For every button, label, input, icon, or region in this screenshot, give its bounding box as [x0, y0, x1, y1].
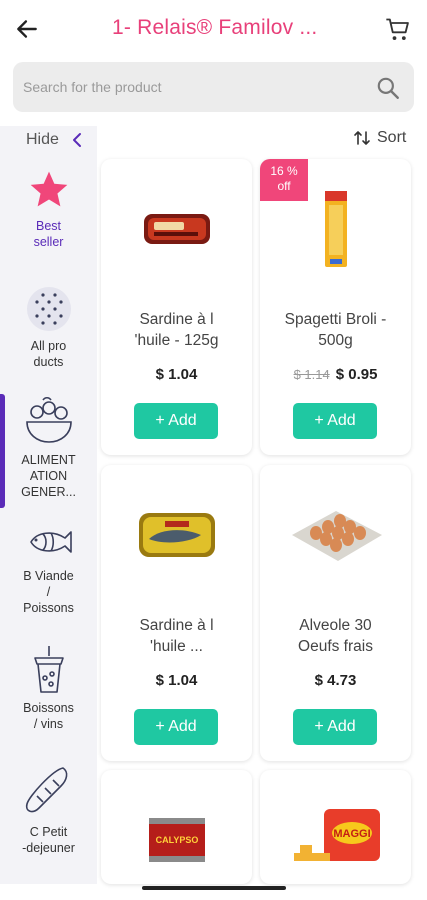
category-label: C Petit -dejeuner: [22, 825, 75, 855]
add-to-cart-button[interactable]: + Add: [293, 403, 377, 439]
add-to-cart-button[interactable]: + Add: [293, 709, 377, 745]
hide-sidebar-toggle[interactable]: Hide: [26, 131, 83, 149]
product-price-row: $ 1.04: [101, 672, 252, 689]
page-title: 1- Relais® Familov ...: [112, 16, 318, 39]
bread-icon: [25, 767, 67, 813]
product-price: $ 1.04: [155, 366, 198, 383]
category-label: ALIMENT ATION GENER...: [21, 453, 76, 499]
calypso-tin-image: CALYPSO: [148, 818, 205, 862]
category-label: Best seller: [33, 219, 64, 249]
add-to-cart-button[interactable]: + Add: [134, 403, 218, 439]
image-brand-text: CALYPSO: [155, 835, 198, 845]
product-image[interactable]: [101, 159, 252, 299]
category-alimentation[interactable]: ALIMENT ATION GENER...: [0, 394, 97, 500]
image-brand-text: MAGGI: [333, 828, 370, 840]
dots-grid-icon: [26, 287, 71, 331]
salad-bowl-icon: [25, 396, 72, 443]
spaghetti-pack-image: [324, 191, 347, 267]
category-all-products[interactable]: All pro ducts: [0, 286, 97, 370]
top-bar: 1- Relais® Familov ...: [0, 0, 427, 58]
star-icon: [30, 171, 67, 207]
product-name: Spagetti Broli - 500g: [284, 311, 387, 349]
product-price-row: $ 1.04: [101, 366, 252, 383]
product-price: $ 1.04: [155, 672, 198, 689]
discount-badge: 16 % off: [260, 159, 308, 201]
category-label: B Viande / Poissons: [23, 569, 74, 615]
home-indicator: [142, 886, 286, 890]
maggi-cubes-image: MAGGI: [293, 809, 380, 861]
cart-icon[interactable]: [384, 16, 412, 44]
product-card[interactable]: CALYPSO: [101, 770, 252, 884]
product-name: Sardine à l 'huile - 125g: [134, 311, 219, 349]
category-label: All pro ducts: [30, 339, 67, 369]
category-sidebar: Hide Best seller All pro ducts ALIMENT A…: [0, 126, 97, 884]
product-card[interactable]: Sardine à l 'huile - 125g $ 1.04 + Add: [101, 159, 252, 455]
product-name: Alveole 30 Oeufs frais: [298, 617, 373, 655]
product-old-price: $ 1.14: [293, 367, 330, 382]
drink-cup-icon: [33, 646, 64, 693]
product-price: $ 0.95: [335, 366, 378, 383]
product-price: $ 4.73: [314, 672, 357, 689]
eggs-tray-image: [291, 511, 382, 561]
product-image[interactable]: [101, 465, 252, 605]
arrow-left-icon[interactable]: [14, 16, 40, 42]
fish-icon: [29, 531, 72, 553]
chevron-left-icon: [72, 133, 81, 147]
search-icon[interactable]: [375, 75, 401, 101]
category-viande-poissons[interactable]: B Viande / Poissons: [0, 522, 97, 616]
sardine-tin-image: [138, 513, 215, 557]
hide-label: Hide: [26, 131, 59, 148]
search-bar[interactable]: [13, 62, 414, 112]
product-image[interactable]: MAGGI: [260, 770, 411, 884]
sort-arrows-icon: [354, 131, 370, 145]
product-card[interactable]: Sardine à l 'huile ... $ 1.04 + Add: [101, 465, 252, 761]
product-card[interactable]: MAGGI: [260, 770, 411, 884]
category-best-seller[interactable]: Best seller: [0, 168, 97, 250]
sort-label: Sort: [377, 129, 407, 146]
product-price-row: $ 1.14 $ 0.95: [260, 366, 411, 383]
category-petit-dejeuner[interactable]: C Petit -dejeuner: [0, 762, 97, 856]
search-input[interactable]: [23, 75, 353, 99]
product-card[interactable]: 16 % off Spagetti Broli - 500g $ 1.14 $ 0…: [260, 159, 411, 455]
add-to-cart-button[interactable]: + Add: [134, 709, 218, 745]
category-label: Boissons / vins: [23, 701, 74, 731]
product-card[interactable]: Alveole 30 Oeufs frais $ 4.73 + Add: [260, 465, 411, 761]
product-price-row: $ 4.73: [260, 672, 411, 689]
sardine-tin-image: [143, 214, 210, 244]
product-name: Sardine à l 'huile ...: [139, 617, 214, 655]
product-image[interactable]: CALYPSO: [101, 770, 252, 884]
sort-button[interactable]: Sort: [353, 129, 406, 147]
product-image[interactable]: [260, 465, 411, 605]
category-boissons-vins[interactable]: Boissons / vins: [0, 644, 97, 732]
